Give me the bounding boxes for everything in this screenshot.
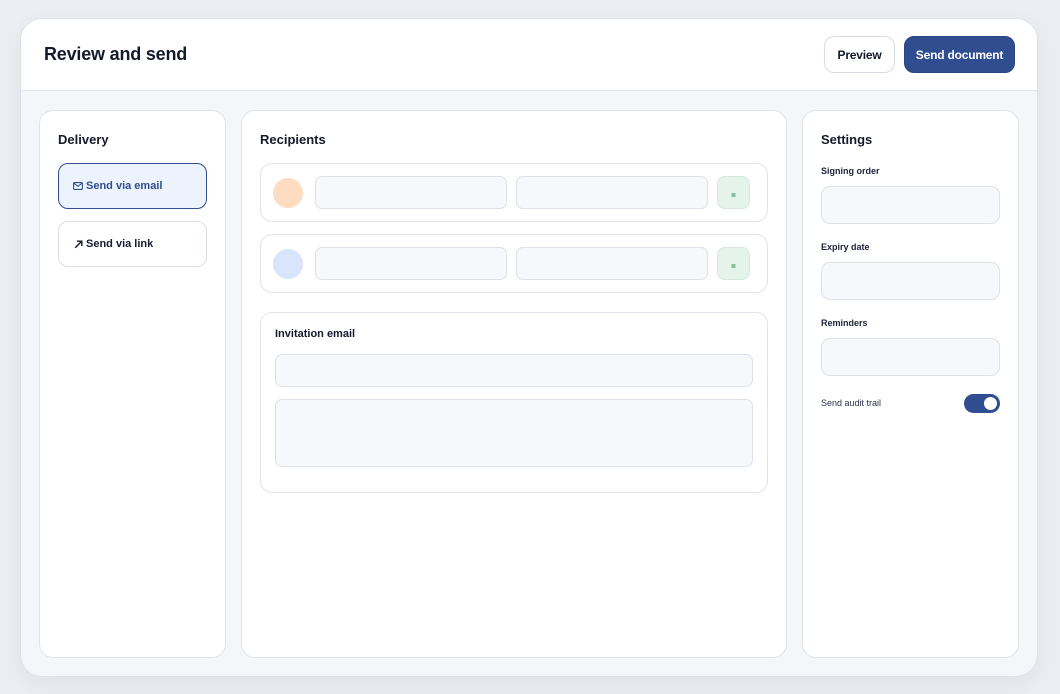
recipient-role-button[interactable] xyxy=(717,247,750,280)
expiry-date-field[interactable] xyxy=(821,262,1000,300)
recipient-email-field[interactable] xyxy=(516,247,708,280)
send-via-link-label: Send via link xyxy=(86,238,154,250)
signing-order-field[interactable] xyxy=(821,186,1000,224)
invitation-email-title: Invitation email xyxy=(275,328,356,340)
send-via-email-label: Send via email xyxy=(86,180,163,192)
recipients-panel: Recipients Invitation email xyxy=(241,110,787,658)
header-bar: Review and send Preview Send document xyxy=(21,19,1037,91)
recipient-role-button[interactable] xyxy=(717,176,750,209)
recipient-name-field[interactable] xyxy=(315,247,507,280)
avatar xyxy=(273,249,303,279)
recipient-email-field[interactable] xyxy=(516,176,708,209)
recipients-title: Recipients xyxy=(260,132,326,147)
delivery-panel: Delivery Send via email Send via link xyxy=(39,110,226,658)
email-message-field[interactable] xyxy=(275,399,753,467)
send-via-link-option[interactable]: Send via link xyxy=(58,221,207,267)
settings-panel: Settings Signing order Expiry date Remin… xyxy=(802,110,1019,658)
send-via-email-option[interactable]: Send via email xyxy=(58,163,207,209)
audit-trail-label: Send audit trail xyxy=(821,398,882,408)
preview-button[interactable]: Preview xyxy=(824,36,895,73)
send-document-button[interactable]: Send document xyxy=(904,36,1015,73)
signer-icon xyxy=(731,184,736,202)
invitation-email-card: Invitation email xyxy=(260,312,768,493)
settings-title: Settings xyxy=(821,132,873,147)
recipient-row xyxy=(260,163,768,222)
toggle-knob xyxy=(984,397,997,410)
audit-trail-toggle[interactable] xyxy=(964,394,1000,413)
review-send-window: Review and send Preview Send document De… xyxy=(20,18,1038,677)
recipient-row xyxy=(260,234,768,293)
email-subject-field[interactable] xyxy=(275,354,753,387)
recipient-name-field[interactable] xyxy=(315,176,507,209)
signing-order-label: Signing order xyxy=(821,166,880,176)
expiry-date-label: Expiry date xyxy=(821,242,870,252)
reminders-field[interactable] xyxy=(821,338,1000,376)
avatar xyxy=(273,178,303,208)
reminders-label: Reminders xyxy=(821,318,868,328)
signer-icon xyxy=(731,255,736,273)
page-title: Review and send xyxy=(44,44,188,64)
delivery-title: Delivery xyxy=(58,132,109,147)
arrow-up-right-icon xyxy=(73,239,83,249)
mail-icon xyxy=(73,181,83,191)
